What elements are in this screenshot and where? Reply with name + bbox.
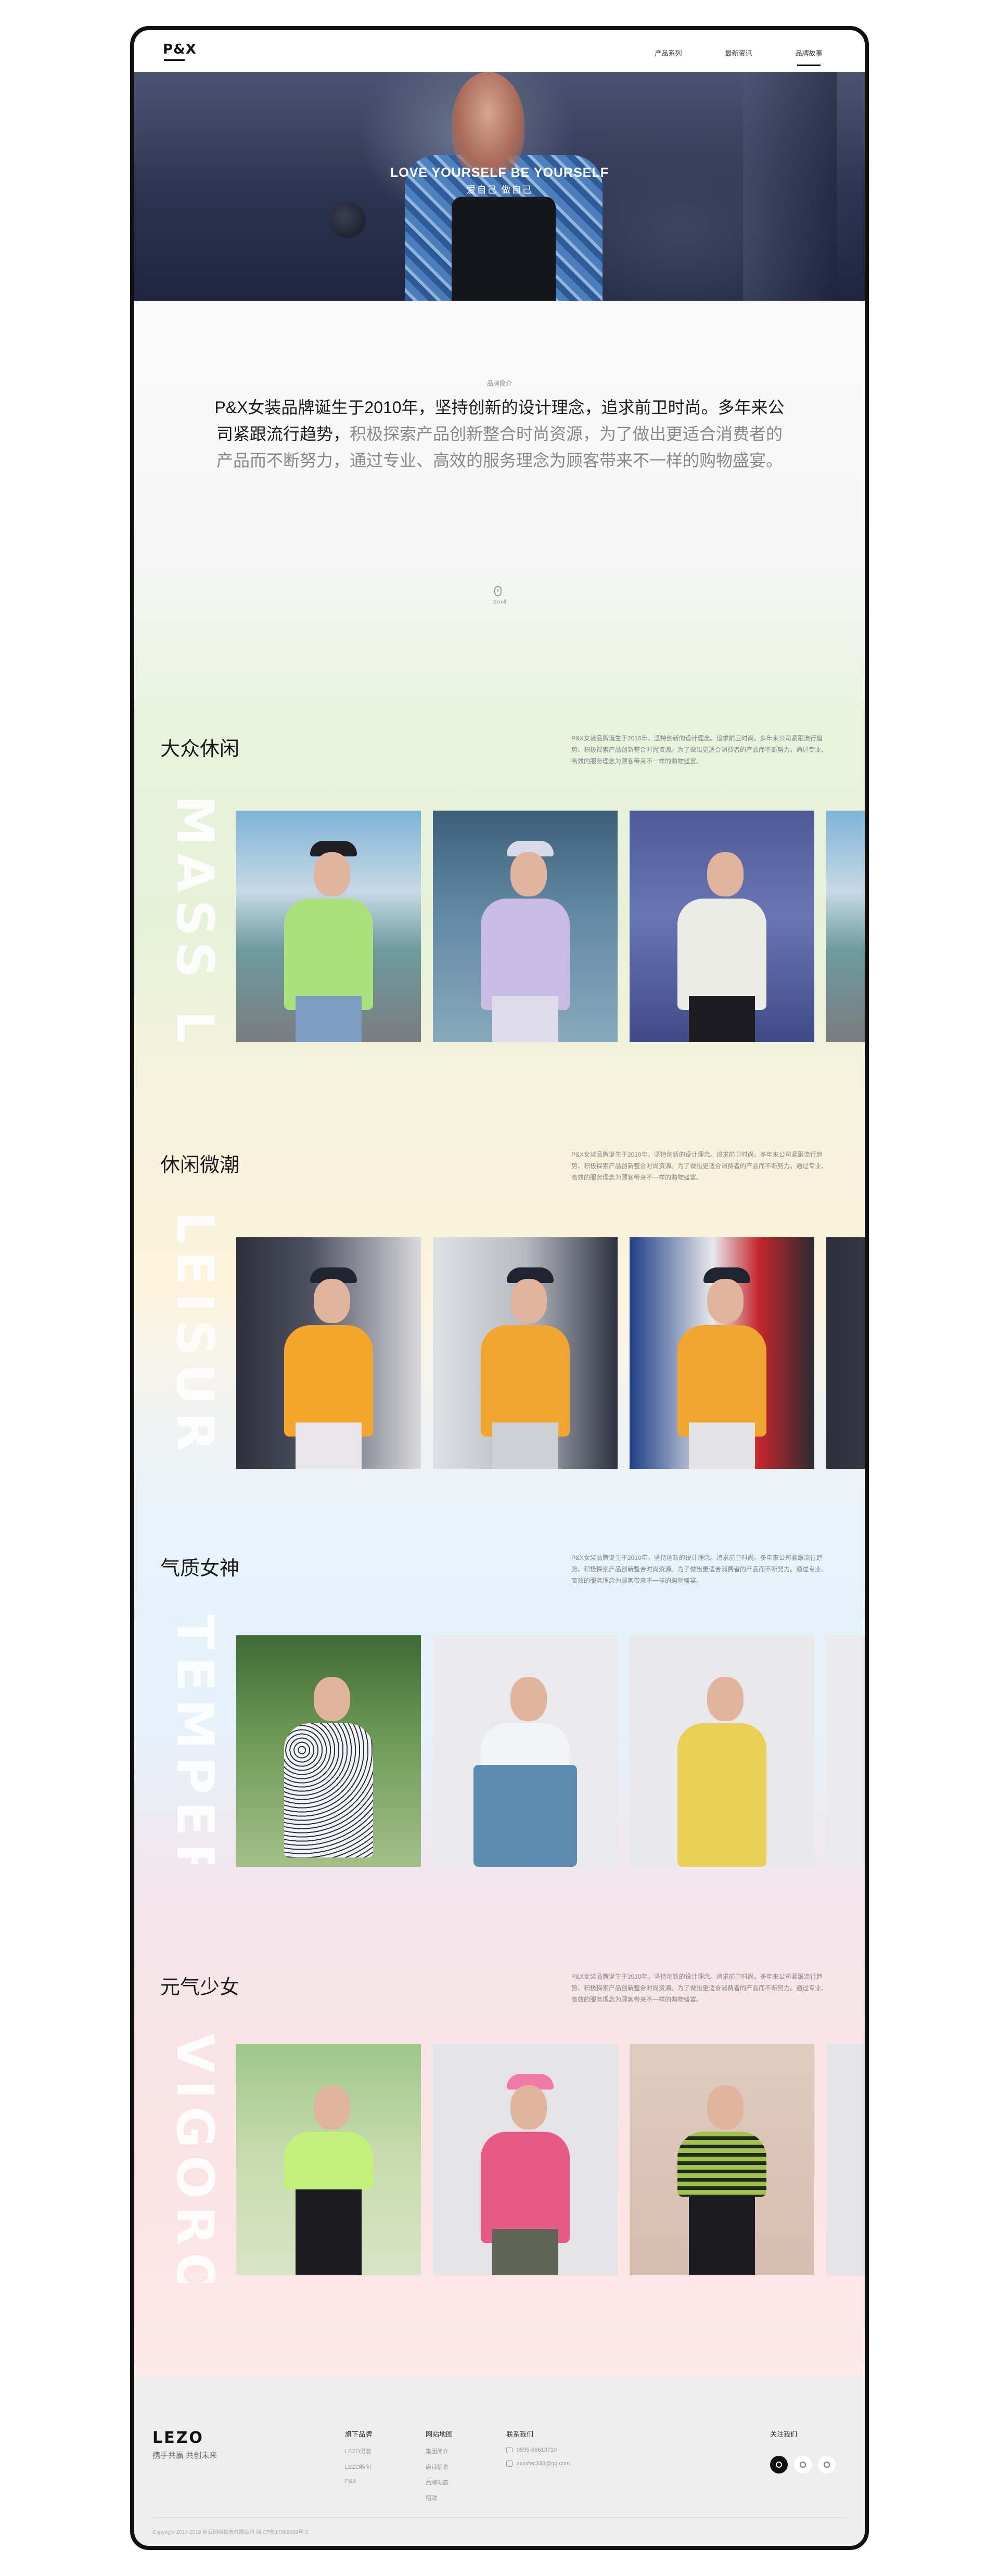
category-vertical-text: VIGOROUS [165, 2033, 224, 2283]
category-title: 大众休闲 [160, 738, 240, 760]
footer-slogan: 携手共赢 共创未来 [152, 2451, 217, 2460]
category-vertical-text: TEMPERAMENT [163, 1614, 225, 1864]
nav-links: 产品系列 最新资讯 品牌故事 [633, 44, 844, 67]
footer-link[interactable]: 店铺信息 [426, 2463, 453, 2471]
product-photo[interactable] [236, 811, 421, 1042]
footer-brands: 旗下品牌 LEZO男装 LEZO鞋包 P&X [345, 2429, 372, 2492]
hero-model-overalls [452, 197, 556, 301]
category-description: P&X女装品牌诞生于2010年，坚持创新的设计理念。追求前卫时尚。多年来公司紧跟… [571, 1554, 828, 1584]
footer-heading: 旗下品牌 [345, 2430, 373, 2438]
hero-title: LOVE YOURSELF BE YOURSELF [390, 165, 609, 180]
top-nav: P&X 产品系列 最新资讯 品牌故事 [134, 30, 865, 72]
product-photo[interactable] [236, 1635, 421, 1867]
logo-underline [164, 59, 185, 61]
footer-link[interactable]: 招聘 [426, 2494, 453, 2502]
hero-planet [329, 202, 366, 238]
mail-icon [506, 2460, 513, 2467]
product-photo[interactable] [630, 2044, 814, 2275]
category-photo-strip [236, 1635, 865, 1867]
intro-text: P&X女装品牌诞生于2010年，坚持创新的设计理念，追求前卫时尚。多年来公司紧跟… [212, 394, 787, 474]
footer-link[interactable]: 集团简介 [426, 2447, 453, 2455]
hero-model-face [452, 72, 524, 176]
product-photo[interactable] [826, 1237, 865, 1469]
category-title: 元气少女 [160, 1977, 240, 1998]
category-description: P&X女装品牌诞生于2010年，坚持创新的设计理念。追求前卫时尚。多年来公司紧跟… [571, 1151, 828, 1181]
category-vertical-text: LEISURE TREND [163, 1211, 225, 1461]
footer-heading: 网站地图 [426, 2430, 453, 2438]
footer-divider [152, 2517, 847, 2518]
category-description: P&X女装品牌诞生于2010年，坚持创新的设计理念。追求前卫时尚。多年来公司紧跟… [571, 735, 828, 765]
product-photo[interactable] [236, 2044, 421, 2275]
wechat-icon[interactable] [770, 2456, 788, 2474]
nav-link-news[interactable]: 最新资讯 [703, 44, 774, 67]
category-section-mass-leisure: 大众休闲 P&X女装品牌诞生于2010年，坚持创新的设计理念。追求前卫时尚。多年… [134, 733, 865, 1107]
product-photo[interactable] [826, 1635, 865, 1867]
intro-label: 品牌简介 [486, 380, 512, 387]
product-photo[interactable] [826, 811, 865, 1042]
brand-logo[interactable]: P&X [163, 42, 197, 57]
tiktok-icon[interactable] [794, 2456, 812, 2474]
product-photo[interactable] [826, 2044, 865, 2275]
category-section-vigorous: 元气少女 P&X女装品牌诞生于2010年，坚持创新的设计理念。追求前卫时尚。多年… [134, 1971, 865, 2346]
category-title: 休闲微潮 [160, 1155, 240, 1176]
category-photo-strip [236, 1237, 865, 1469]
product-photo[interactable] [630, 1237, 814, 1469]
footer-copyright: Copyright 2014-2019 新浪网络信息有限公司 闽ICP备1706… [152, 2530, 309, 2535]
product-photo[interactable] [433, 1635, 618, 1867]
product-photo[interactable] [630, 1635, 814, 1867]
weibo-icon[interactable] [818, 2456, 836, 2474]
footer-contact: 联系我们 0595-86613710 xxxxfec333@qq.com [506, 2429, 570, 2474]
footer-link[interactable]: 品牌动态 [426, 2478, 453, 2487]
phone-icon [506, 2447, 513, 2453]
footer: LEZO 携手共赢 共创未来 旗下品牌 LEZO男装 LEZO鞋包 P&X 网站… [134, 2377, 865, 2546]
footer-logo[interactable]: LEZO [152, 2429, 204, 2447]
footer-heading: 联系我们 [506, 2430, 534, 2438]
footer-email[interactable]: xxxxfec333@qq.com [506, 2460, 570, 2467]
category-section-temperament: 气质女神 P&X女装品牌诞生于2010年，坚持创新的设计理念。追求前卫时尚。多年… [134, 1552, 865, 1927]
footer-follow: 关注我们 [770, 2429, 797, 2447]
footer-link[interactable]: P&X [345, 2478, 372, 2484]
product-photo[interactable] [433, 1237, 618, 1469]
hero-banner: LOVE YOURSELF BE YOURSELF 爱自己 做自己 [134, 72, 865, 301]
category-photo-strip [236, 811, 865, 1042]
nav-link-products[interactable]: 产品系列 [633, 44, 703, 67]
footer-link[interactable]: LEZO鞋包 [345, 2463, 372, 2471]
hero-subtitle: 爱自己 做自己 [466, 185, 533, 195]
category-description: P&X女装品牌诞生于2010年，坚持创新的设计理念。追求前卫时尚。多年来公司紧跟… [571, 1973, 828, 2003]
device-frame: P&X 产品系列 最新资讯 品牌故事 LOVE YOURSELF BE YOUR… [130, 26, 869, 2550]
footer-heading: 关注我们 [770, 2430, 798, 2438]
product-photo[interactable] [433, 2044, 618, 2275]
footer-phone[interactable]: 0595-86613710 [506, 2447, 570, 2453]
category-section-leisure-trend: 休闲微潮 P&X女装品牌诞生于2010年，坚持创新的设计理念。追求前卫时尚。多年… [134, 1149, 865, 1523]
category-vertical-text: MASS LEISURE [163, 795, 225, 1045]
category-photo-strip [236, 2044, 865, 2275]
category-title: 气质女神 [160, 1558, 240, 1580]
scroll-label: Scroll [493, 599, 506, 605]
product-photo[interactable] [433, 811, 618, 1042]
product-photo[interactable] [236, 1237, 421, 1469]
mouse-scroll-icon[interactable] [494, 586, 502, 596]
nav-link-brand-story[interactable]: 品牌故事 [774, 44, 844, 67]
product-photo[interactable] [630, 811, 814, 1042]
footer-link[interactable]: LEZO男装 [345, 2447, 372, 2455]
footer-sitemap: 网站地图 集团简介 店铺信息 品牌动态 招聘 [426, 2429, 453, 2509]
